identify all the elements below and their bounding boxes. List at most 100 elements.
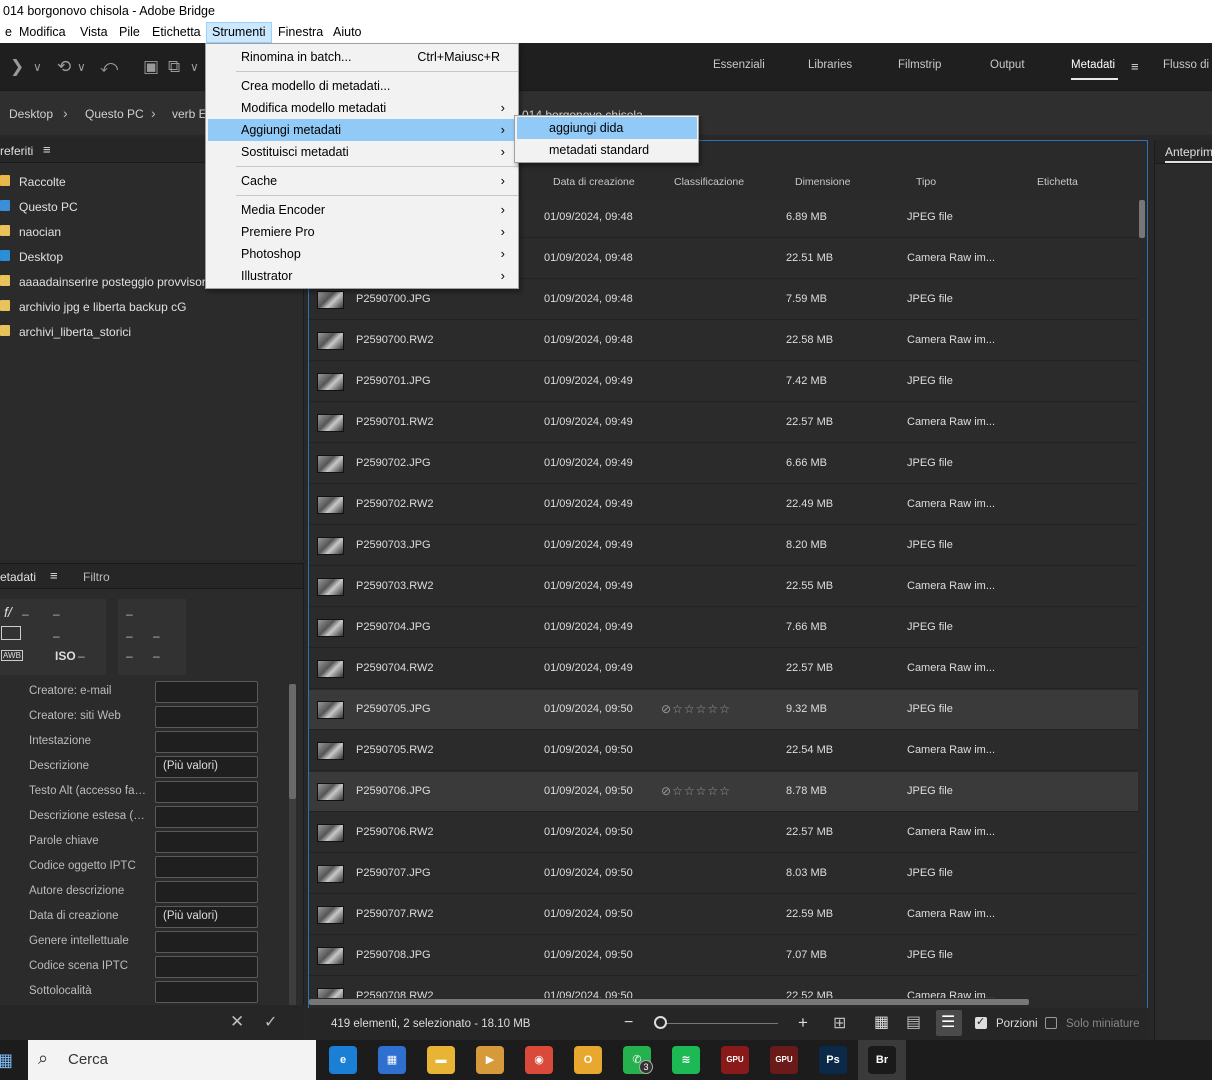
photoshop-taskbar-icon[interactable]: Ps bbox=[819, 1046, 847, 1074]
zoom-in-icon[interactable]: + bbox=[798, 1013, 808, 1033]
file-thumbnail[interactable] bbox=[317, 742, 344, 760]
metadata-field-input[interactable] bbox=[155, 681, 258, 703]
file-row[interactable]: P2590705.RW2 01/09/2024, 09:50 22.54 MB Cam… bbox=[309, 731, 1139, 771]
metadata-field-input[interactable] bbox=[155, 831, 258, 853]
metadata-field-input[interactable] bbox=[155, 881, 258, 903]
zoom-out-icon[interactable]: − bbox=[624, 1014, 633, 1032]
file-thumbnail[interactable] bbox=[317, 578, 344, 596]
solo-miniature-checkbox[interactable] bbox=[1045, 1017, 1057, 1029]
chevron-down-icon[interactable]: ∨ bbox=[77, 60, 86, 74]
forward-arrow-icon[interactable]: ❯ bbox=[10, 57, 24, 77]
windows-start-icon[interactable]: ▦ bbox=[0, 1050, 13, 1071]
menu-pile[interactable]: Pile bbox=[114, 22, 145, 43]
file-thumbnail[interactable] bbox=[317, 455, 344, 473]
taskbar-search[interactable]: ⌕ Cerca bbox=[28, 1040, 316, 1080]
grid-lock-icon[interactable]: ⊞ bbox=[833, 1013, 846, 1033]
file-thumbnail[interactable] bbox=[317, 373, 344, 391]
file-row[interactable]: P2590707.RW2 01/09/2024, 09:50 22.59 MB Cam… bbox=[309, 895, 1139, 935]
thumbnail-size-slider[interactable] bbox=[660, 1023, 778, 1024]
explorer-taskbar-icon[interactable]: ▬ bbox=[427, 1046, 455, 1074]
bridge-taskbar-icon[interactable]: Br bbox=[868, 1046, 896, 1074]
column-header-data-di-creazione[interactable]: Data di creazione bbox=[553, 176, 635, 188]
metadata-field-input[interactable]: (Più valori) bbox=[155, 756, 258, 778]
column-header-classificazione[interactable]: Classificazione bbox=[674, 176, 744, 188]
file-thumbnail[interactable] bbox=[317, 619, 344, 637]
menu-item-cache[interactable]: Cache › bbox=[208, 170, 516, 192]
file-row[interactable]: P2590703.RW2 01/09/2024, 09:49 22.55 MB Cam… bbox=[309, 567, 1139, 607]
file-row[interactable]: P2590708.JPG 01/09/2024, 09:50 7.07 MB JPEG… bbox=[309, 936, 1139, 976]
breadcrumb-item[interactable]: verb E bbox=[172, 107, 207, 121]
file-thumbnail[interactable] bbox=[317, 660, 344, 678]
rating-stars[interactable]: ⊘☆☆☆☆☆ bbox=[661, 784, 731, 798]
workspace-tab-essenziali[interactable]: Essenziali bbox=[713, 59, 765, 71]
menu-item-crea-modello-di-metadati[interactable]: Crea modello di metadati... bbox=[208, 75, 516, 97]
rating-stars[interactable]: ⊘☆☆☆☆☆ bbox=[661, 702, 731, 716]
metadata-field-input[interactable] bbox=[155, 706, 258, 728]
content-hscrollbar[interactable] bbox=[309, 998, 1139, 1006]
tab-filtro[interactable]: Filtro bbox=[83, 570, 110, 584]
file-thumbnail[interactable] bbox=[317, 537, 344, 555]
breadcrumb-item[interactable]: Questo PC bbox=[85, 107, 144, 121]
menu-item-sostituisci-metadati[interactable]: Sostituisci metadati › bbox=[208, 141, 516, 163]
cancel-icon[interactable]: ✕ bbox=[230, 1012, 244, 1032]
file-row[interactable]: P2590704.JPG 01/09/2024, 09:49 7.66 MB JPEG… bbox=[309, 608, 1139, 648]
details-view-icon[interactable]: ▤ bbox=[906, 1012, 921, 1032]
panel-menu-icon[interactable]: ≡ bbox=[43, 142, 51, 157]
menu-finestra[interactable]: Finestra bbox=[273, 22, 328, 43]
menu-aiuto[interactable]: Aiuto bbox=[328, 22, 367, 43]
breadcrumb-item[interactable]: Desktop bbox=[9, 107, 53, 121]
menu-item-illustrator[interactable]: Illustrator › bbox=[208, 265, 516, 287]
recent-history-icon[interactable]: ⟲ bbox=[57, 57, 71, 77]
list-view-button[interactable]: ☰ bbox=[936, 1010, 962, 1036]
chevron-right-icon[interactable]: › bbox=[63, 105, 68, 121]
media-taskbar-icon[interactable]: ▶ bbox=[476, 1046, 504, 1074]
file-row[interactable]: P2590705.JPG 01/09/2024, 09:50 9.32 MB JPEG… bbox=[309, 690, 1139, 730]
gpu-1-taskbar-icon[interactable]: GPU bbox=[721, 1046, 749, 1074]
metadata-field-input[interactable] bbox=[155, 806, 258, 828]
file-thumbnail[interactable] bbox=[317, 783, 344, 801]
column-header-tipo[interactable]: Tipo bbox=[916, 176, 936, 188]
content-hscrollbar-thumb[interactable] bbox=[309, 999, 1029, 1005]
menu-item-photoshop[interactable]: Photoshop › bbox=[208, 243, 516, 265]
menu-item-aggiungi-metadati[interactable]: Aggiungi metadati › bbox=[208, 119, 516, 141]
metadata-field-input[interactable] bbox=[155, 956, 258, 978]
thumbnail-slider-handle[interactable] bbox=[654, 1016, 667, 1029]
file-thumbnail[interactable] bbox=[317, 865, 344, 883]
menu-item-media-encoder[interactable]: Media Encoder › bbox=[208, 199, 516, 221]
file-thumbnail[interactable] bbox=[317, 291, 344, 309]
refine-icon[interactable]: ⧉ bbox=[168, 57, 180, 77]
tab-metadati[interactable]: etadati bbox=[0, 570, 36, 584]
menu-item-modifica-modello-metadati[interactable]: Modifica modello metadati › bbox=[208, 97, 516, 119]
content-scrollbar-thumb[interactable] bbox=[1139, 200, 1145, 238]
file-thumbnail[interactable] bbox=[317, 332, 344, 350]
sidebar-item-archivio-jpg-e-liberta-backup-cg[interactable]: archivio jpg e liberta backup cG bbox=[0, 298, 300, 318]
file-thumbnail[interactable] bbox=[317, 701, 344, 719]
workspace-tab-metadati[interactable]: Metadati bbox=[1071, 59, 1115, 71]
workspace-tab-libraries[interactable]: Libraries bbox=[808, 59, 852, 71]
thumbnail-view-icon[interactable]: ▦ bbox=[874, 1012, 889, 1032]
chevron-down-icon[interactable]: ∨ bbox=[33, 60, 42, 74]
file-row[interactable]: P2590701.JPG 01/09/2024, 09:49 7.42 MB JPEG… bbox=[309, 362, 1139, 402]
submenu-item-metadati-standard[interactable]: metadati standard bbox=[517, 139, 697, 161]
file-row[interactable]: P2590706.RW2 01/09/2024, 09:50 22.57 MB Cam… bbox=[309, 813, 1139, 853]
metadata-field-input[interactable]: (Più valori) bbox=[155, 906, 258, 928]
boomerang-icon[interactable]: ⤺ bbox=[100, 57, 118, 77]
sidebar-item-archivi_liberta_storici[interactable]: archivi_liberta_storici bbox=[0, 323, 300, 343]
submenu-item-aggiungi-dida[interactable]: aggiungi dida bbox=[517, 117, 697, 139]
file-row[interactable]: P2590700.RW2 01/09/2024, 09:48 22.58 MB Cam… bbox=[309, 321, 1139, 361]
store-taskbar-icon[interactable]: ▦ bbox=[378, 1046, 406, 1074]
metadata-field-input[interactable] bbox=[155, 931, 258, 953]
menu-modifica[interactable]: Modifica bbox=[14, 22, 71, 43]
workspace-menu-icon[interactable]: ≡ bbox=[1131, 59, 1139, 74]
content-scrollbar[interactable] bbox=[1138, 198, 1146, 1000]
file-thumbnail[interactable] bbox=[317, 824, 344, 842]
file-thumbnail[interactable] bbox=[317, 414, 344, 432]
panel-menu-icon[interactable]: ≡ bbox=[50, 568, 58, 583]
chrome-taskbar-icon[interactable]: ◉ bbox=[525, 1046, 553, 1074]
camera-import-icon[interactable]: ▣ bbox=[143, 57, 159, 77]
menu-item-rinomina-in-batch[interactable]: Rinomina in batch... Ctrl+Maiusc+R bbox=[208, 46, 516, 68]
apply-check-icon[interactable]: ✓ bbox=[264, 1012, 277, 1032]
chevron-down-icon[interactable]: ∨ bbox=[190, 60, 199, 74]
file-row[interactable]: P2590702.RW2 01/09/2024, 09:49 22.49 MB Cam… bbox=[309, 485, 1139, 525]
menu-strumenti[interactable]: Strumenti bbox=[206, 22, 272, 43]
